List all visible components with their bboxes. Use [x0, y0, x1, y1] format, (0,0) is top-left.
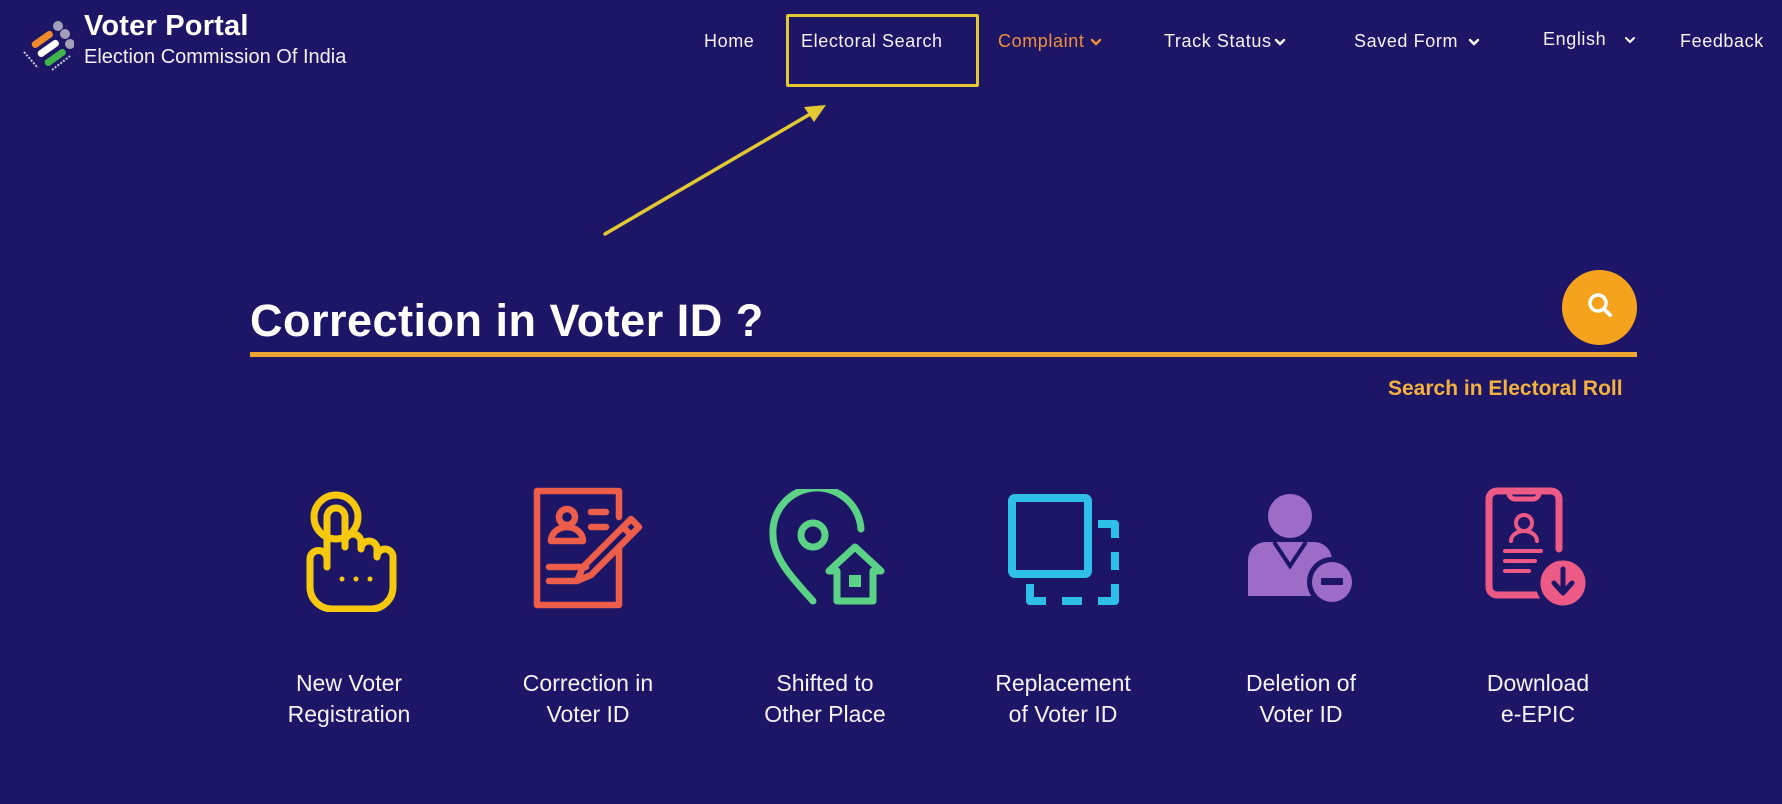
chevron-down-icon [1624, 34, 1636, 46]
nav-track-status[interactable]: Track Status [1164, 31, 1286, 52]
search-heading[interactable]: Correction in Voter ID ? [250, 295, 764, 347]
service-replacement-voter-id[interactable]: Replacement of Voter ID [953, 480, 1173, 730]
nav-saved-form[interactable]: Saved Form [1354, 31, 1480, 52]
service-label-line1: New Voter [295, 670, 403, 696]
service-label-line2: Other Place [764, 701, 886, 727]
chevron-down-icon [1468, 36, 1480, 48]
nav-complaint-label: Complaint [998, 31, 1085, 51]
search-icon [1585, 290, 1615, 325]
service-label: New Voter Registration [288, 668, 411, 730]
nav-feedback-label: Feedback [1680, 31, 1764, 51]
service-label-line1: Correction in [522, 670, 654, 696]
service-label-line2: of Voter ID [1008, 701, 1118, 727]
service-label: Download e-EPIC [1487, 668, 1589, 730]
service-new-voter-registration[interactable]: New Voter Registration [239, 480, 459, 730]
finger-touch-icon [279, 480, 419, 618]
service-label: Correction in Voter ID [523, 668, 653, 730]
service-label-line2: Voter ID [1259, 701, 1343, 727]
service-label: Shifted to Other Place [764, 668, 885, 730]
service-deletion-voter-id[interactable]: Deletion of Voter ID [1191, 480, 1411, 730]
location-home-icon [755, 480, 895, 618]
service-label: Replacement of Voter ID [995, 668, 1131, 730]
search-electoral-roll-link[interactable]: Search in Electoral Roll [1388, 377, 1623, 401]
portal-subtitle: Election Commission Of India [84, 46, 347, 68]
language-select-label: English [1543, 29, 1607, 49]
annotation-highlight-box [786, 14, 979, 87]
service-label-line1: Shifted to [776, 670, 874, 696]
document-edit-icon [518, 480, 658, 618]
chevron-down-icon [1274, 36, 1286, 48]
service-download-e-epic[interactable]: Download e-EPIC [1428, 480, 1648, 730]
service-label: Deletion of Voter ID [1246, 668, 1356, 730]
service-correction-voter-id[interactable]: Correction in Voter ID [478, 480, 698, 730]
eci-logo[interactable] [12, 12, 75, 72]
service-label-line2: Registration [287, 701, 411, 727]
service-label-line2: Voter ID [546, 701, 630, 727]
mobile-download-icon [1468, 480, 1608, 618]
portal-title: Voter Portal [84, 10, 249, 42]
chevron-down-icon [1090, 36, 1102, 48]
nav-feedback[interactable]: Feedback [1680, 31, 1764, 52]
user-remove-icon [1231, 480, 1371, 618]
service-label-line2: e-EPIC [1500, 701, 1576, 727]
nav-home[interactable]: Home [704, 31, 754, 52]
search-button[interactable] [1562, 270, 1637, 345]
nav-home-label: Home [704, 31, 755, 51]
service-label-line1: Download [1486, 670, 1590, 696]
replace-card-icon [993, 480, 1133, 618]
nav-complaint[interactable]: Complaint [998, 31, 1102, 52]
language-select[interactable]: English [1543, 29, 1636, 50]
nav-saved-form-label: Saved Form [1354, 31, 1459, 51]
service-label-line1: Replacement [995, 670, 1131, 696]
service-shifted-other-place[interactable]: Shifted to Other Place [715, 480, 935, 730]
service-label-line1: Deletion of [1246, 670, 1356, 696]
nav-track-status-label: Track Status [1164, 31, 1272, 51]
search-underline [250, 352, 1637, 357]
